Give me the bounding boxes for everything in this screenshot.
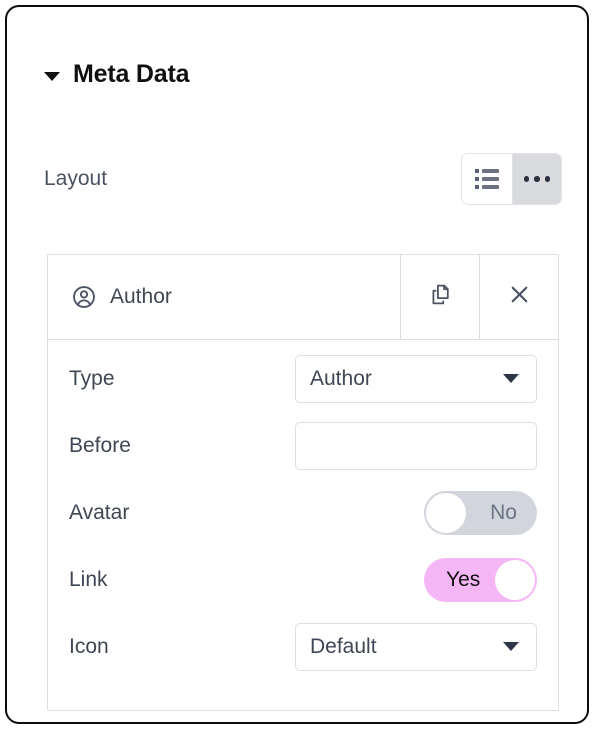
meta-data-panel: Meta Data Layout Author Type Author Befo… <box>5 5 589 724</box>
page-title: Meta Data <box>73 60 190 88</box>
type-label: Type <box>69 366 115 390</box>
section-header-meta-data[interactable]: Meta Data <box>44 60 189 89</box>
link-toggle[interactable]: Yes <box>424 557 537 602</box>
caret-down-icon[interactable] <box>44 71 60 81</box>
ellipsis-icon <box>523 176 550 182</box>
duplicate-item-button[interactable] <box>400 255 479 339</box>
icon-select-value: Default <box>310 634 377 658</box>
meta-item-title-cell[interactable]: Author <box>48 255 400 339</box>
avatar-label: Avatar <box>69 500 130 524</box>
before-input-group <box>295 421 537 470</box>
layout-field-row: Layout <box>44 152 562 206</box>
type-select-value: Author <box>310 366 372 390</box>
list-icon <box>475 169 499 189</box>
link-label: Link <box>69 567 108 591</box>
before-input[interactable] <box>296 422 536 469</box>
layout-label: Layout <box>44 167 108 190</box>
avatar-toggle-value: No <box>490 501 517 524</box>
icon-label: Icon <box>69 634 109 658</box>
person-circle-icon <box>71 284 97 310</box>
property-row-avatar: Avatar No <box>69 479 537 546</box>
link-toggle-value: Yes <box>446 568 481 591</box>
toggle-knob <box>495 559 535 600</box>
icon-select[interactable]: Default <box>295 622 537 671</box>
layout-option-list[interactable] <box>462 154 512 204</box>
avatar-toggle[interactable]: No <box>424 490 537 535</box>
layout-segmented-control <box>461 153 562 205</box>
meta-item-card: Author Type Author Before Avatar No Link… <box>47 254 559 711</box>
property-row-icon: Icon Default <box>69 613 537 680</box>
close-x-icon <box>507 282 532 312</box>
before-label: Before <box>69 433 131 457</box>
meta-item-properties: Type Author Before Avatar No Link Yes Ic… <box>48 340 558 680</box>
property-row-link: Link Yes <box>69 546 537 613</box>
chevron-down-icon <box>503 374 519 383</box>
property-row-before: Before <box>69 412 537 479</box>
type-select[interactable]: Author <box>295 354 537 403</box>
copy-icon <box>428 282 453 312</box>
layout-option-dots[interactable] <box>511 154 561 204</box>
remove-item-button[interactable] <box>479 255 558 339</box>
meta-item-title: Author <box>110 285 172 308</box>
toggle-knob <box>426 492 466 533</box>
meta-item-header: Author <box>48 255 558 340</box>
property-row-type: Type Author <box>69 345 537 412</box>
chevron-down-icon <box>503 642 519 651</box>
